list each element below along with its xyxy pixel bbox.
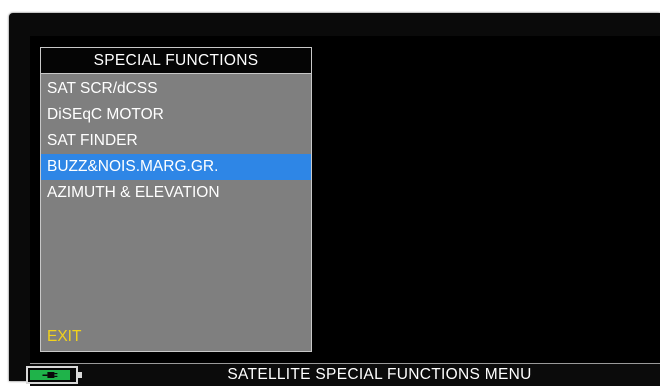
special-functions-menu: SPECIAL FUNCTIONS SAT SCR/dCSS DiSEqC MO… [40,47,312,352]
exit-menu-item[interactable]: EXIT [47,326,81,348]
menu-item-azimuth-elevation[interactable]: AZIMUTH & ELEVATION [41,180,311,206]
menu-item-sat-finder[interactable]: SAT FINDER [41,128,311,154]
menu-item-diseqc-motor[interactable]: DiSEqC MOTOR [41,102,311,128]
battery-terminal [78,372,82,378]
plug-icon [42,372,58,378]
battery-charging-icon [26,366,82,384]
status-bar-title: SATELLITE SPECIAL FUNCTIONS MENU [227,366,532,383]
device-screen-bezel: SPECIAL FUNCTIONS SAT SCR/dCSS DiSEqC MO… [9,13,660,386]
display-screen: SPECIAL FUNCTIONS SAT SCR/dCSS DiSEqC MO… [26,36,660,386]
status-bar: SATELLITE SPECIAL FUNCTIONS MENU [26,363,660,386]
menu-title: SPECIAL FUNCTIONS [41,48,311,74]
menu-item-buzz-noise-margin-graph[interactable]: BUZZ&NOIS.MARG.GR. [41,154,311,180]
menu-item-sat-scr-dcss[interactable]: SAT SCR/dCSS [41,76,311,102]
